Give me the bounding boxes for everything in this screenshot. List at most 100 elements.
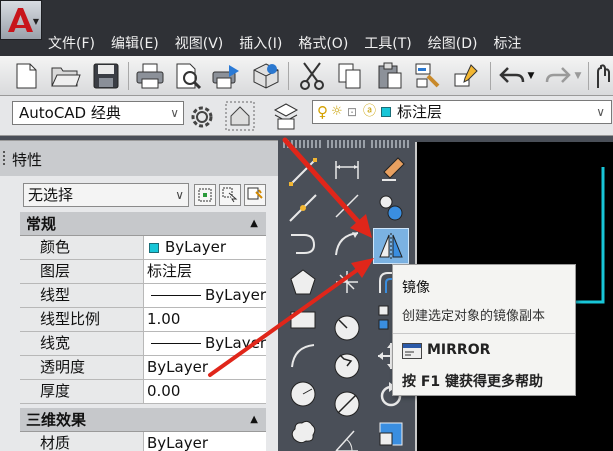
- scale-icon[interactable]: [373, 416, 409, 451]
- aligned-dimension-icon[interactable]: [329, 188, 365, 224]
- prop-row-lineweight[interactable]: 线宽 ByLayer: [20, 332, 266, 356]
- mirror-icon[interactable]: [373, 228, 409, 264]
- polyline-icon[interactable]: [285, 226, 321, 262]
- prop-value-thickness[interactable]: 0.00: [146, 380, 266, 403]
- properties-palette-titlebar[interactable]: 特性: [0, 140, 278, 176]
- prop-value-lineweight[interactable]: ByLayer: [146, 332, 266, 355]
- diameter-dimension-icon[interactable]: [329, 386, 365, 422]
- chevron-down-icon: ∨: [175, 188, 184, 202]
- prop-row-layer[interactable]: 图层 标注层: [20, 260, 266, 284]
- selection-dropdown[interactable]: 无选择 ∨: [23, 183, 189, 207]
- workspace-layer-toolbar: AutoCAD 经典 ∨ ♀ ☼ ⊡ ⓐ 标注层 ∨: [0, 96, 613, 136]
- ordinate-dimension-icon[interactable]: [329, 264, 365, 300]
- tooltip-command: MIRROR: [427, 342, 491, 358]
- prop-row-transparency[interactable]: 透明度 ByLayer: [20, 356, 266, 380]
- menu-tools[interactable]: 工具(T): [356, 32, 419, 56]
- layer-dropdown[interactable]: ♀ ☼ ⊡ ⓐ 标注层 ∨: [312, 100, 612, 124]
- radius-dimension-icon[interactable]: [329, 310, 365, 346]
- toolbar-grip[interactable]: [283, 140, 323, 148]
- lineweight-sample: [151, 343, 201, 344]
- prop-value-layer[interactable]: 标注层: [146, 260, 266, 283]
- linear-dimension-icon[interactable]: [329, 152, 365, 188]
- prop-value-text: ByLayer: [165, 238, 226, 256]
- save-icon[interactable]: [90, 60, 122, 92]
- prop-value-linetype[interactable]: ByLayer: [146, 284, 266, 307]
- paste-icon[interactable]: [374, 60, 406, 92]
- line-icon[interactable]: [285, 154, 321, 190]
- prop-row-color[interactable]: 颜色 ByLayer: [20, 236, 266, 260]
- prop-label: 线型比例: [20, 308, 144, 331]
- tooltip-title: 镜像: [402, 280, 430, 296]
- menu-bar: 文件(F) 编辑(E) 视图(V) 插入(I) 格式(O) 工具(T) 绘图(D) 标注: [40, 32, 530, 56]
- 3d-dwf-icon[interactable]: [250, 60, 282, 92]
- title-bar: ▼ 文件(F) 编辑(E) 视图(V) 插入(I) 格式(O) 工具(T) 绘图(D) 标注: [0, 0, 613, 56]
- section-3d-effects-header[interactable]: 三维效果 ▲: [20, 408, 266, 432]
- menu-edit[interactable]: 编辑(E): [103, 32, 167, 56]
- block-editor-icon[interactable]: [452, 60, 484, 92]
- lightbulb-icon: ♀: [317, 103, 328, 121]
- prop-label: 线型: [20, 284, 144, 307]
- layer-properties-manager-icon[interactable]: [270, 100, 302, 132]
- collapse-icon[interactable]: ▲: [250, 212, 258, 236]
- quick-select-icon[interactable]: [244, 184, 266, 206]
- application-menu-button[interactable]: ▼: [0, 0, 42, 40]
- select-objects-icon[interactable]: [219, 184, 241, 206]
- prop-value-transparency[interactable]: ByLayer: [146, 356, 266, 379]
- prop-label: 线宽: [20, 332, 144, 355]
- rectangle-icon[interactable]: [285, 302, 321, 338]
- copy-object-icon[interactable]: [373, 190, 409, 226]
- circle-icon[interactable]: [285, 376, 321, 412]
- erase-icon[interactable]: [373, 152, 409, 188]
- arc-icon[interactable]: [285, 338, 321, 374]
- workspace-settings-gear-icon[interactable]: [186, 101, 218, 133]
- arc-length-icon[interactable]: [329, 226, 365, 262]
- workspace-dropdown[interactable]: AutoCAD 经典 ∨: [12, 101, 184, 125]
- undo-dropdown-icon[interactable]: ▼: [522, 60, 540, 92]
- angular-dimension-icon[interactable]: [329, 422, 365, 451]
- prop-row-material[interactable]: 材质 ByLayer: [20, 432, 266, 451]
- menu-file[interactable]: 文件(F): [40, 32, 103, 56]
- jogged-dimension-icon[interactable]: [329, 348, 365, 384]
- pan-icon[interactable]: [592, 60, 612, 92]
- chevron-down-icon: ∨: [170, 106, 179, 120]
- prop-label: 厚度: [20, 380, 144, 403]
- prop-row-thickness[interactable]: 厚度 0.00: [20, 380, 266, 404]
- menu-dimension[interactable]: 标注: [486, 32, 530, 56]
- cut-icon[interactable]: [296, 60, 328, 92]
- copy-icon[interactable]: [334, 60, 366, 92]
- toggle-pickadd-icon[interactable]: [194, 184, 216, 206]
- workspace-home-icon[interactable]: [224, 100, 256, 132]
- collapse-icon[interactable]: ▲: [250, 408, 258, 432]
- prop-value-color[interactable]: ByLayer: [146, 236, 266, 259]
- drag-handle[interactable]: [3, 151, 6, 165]
- prop-value-text: ByLayer: [205, 334, 266, 352]
- autocad-logo-icon: [8, 8, 33, 32]
- print-preview-icon[interactable]: [172, 60, 204, 92]
- revision-cloud-icon[interactable]: [285, 414, 321, 450]
- section-general-header[interactable]: 常规 ▲: [20, 212, 266, 236]
- construction-line-icon[interactable]: [285, 190, 321, 226]
- menu-format[interactable]: 格式(O): [290, 32, 356, 56]
- print-icon[interactable]: [134, 60, 166, 92]
- chevron-down-icon: ▼: [32, 17, 39, 26]
- polygon-icon[interactable]: [285, 264, 321, 300]
- prop-row-linetype-scale[interactable]: 线型比例 1.00: [20, 308, 266, 332]
- command-line-icon: [402, 343, 422, 359]
- prop-value-linetype-scale[interactable]: 1.00: [146, 308, 266, 331]
- publish-icon[interactable]: [210, 60, 242, 92]
- open-folder-icon[interactable]: [50, 60, 82, 92]
- standard-toolbar: ▼ ▼: [0, 56, 613, 96]
- redo-dropdown-icon[interactable]: ▼: [570, 60, 586, 92]
- match-properties-icon[interactable]: [412, 60, 444, 92]
- new-file-icon[interactable]: [10, 60, 42, 92]
- prop-value-material[interactable]: ByLayer: [146, 432, 266, 451]
- menu-insert[interactable]: 插入(I): [231, 32, 290, 56]
- tooltip-divider: [393, 333, 575, 334]
- prop-row-linetype[interactable]: 线型 ByLayer: [20, 284, 266, 308]
- menu-view[interactable]: 视图(V): [167, 32, 232, 56]
- menu-draw[interactable]: 绘图(D): [420, 32, 486, 56]
- viewport-freeze-icon: ⊡: [347, 105, 358, 119]
- toolbar-grip[interactable]: [371, 140, 411, 148]
- toolbar-grip[interactable]: [327, 140, 367, 148]
- prop-label: 颜色: [20, 236, 144, 259]
